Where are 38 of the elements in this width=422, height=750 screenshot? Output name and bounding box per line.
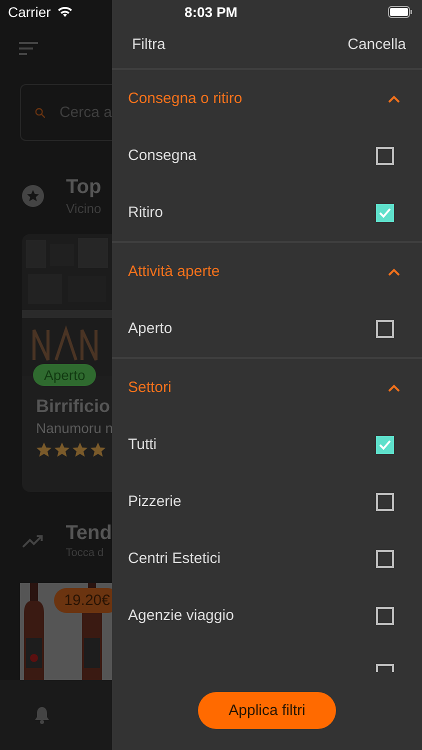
checkbox[interactable] <box>376 146 394 164</box>
option-label: Tutti <box>128 436 157 453</box>
apply-button[interactable]: Applica filtri <box>198 692 336 729</box>
battery-icon <box>388 6 412 18</box>
clock-time: 8:03 PM <box>184 4 238 20</box>
wifi-icon <box>56 6 73 18</box>
check-icon <box>379 440 391 450</box>
cancel-button[interactable]: Cancella <box>348 36 406 52</box>
section-title: Tend <box>66 522 112 545</box>
checkbox[interactable] <box>376 492 394 510</box>
option-label: Ritiro <box>128 204 164 221</box>
panel-title: Filtra <box>132 36 166 52</box>
star-icon <box>36 442 52 458</box>
chevron-icon <box>388 268 400 276</box>
chevron-icon <box>388 384 400 392</box>
star-icon <box>54 442 70 458</box>
option-label: Pizzerie <box>128 493 182 510</box>
shop-subtitle: Nanumoru n <box>36 420 112 436</box>
option-label: Aperto <box>128 320 172 337</box>
option-label: Agenzie viaggio <box>128 607 234 624</box>
checkbox[interactable] <box>376 436 394 454</box>
checkbox[interactable] <box>376 550 394 568</box>
check-icon <box>379 208 391 218</box>
checkbox[interactable] <box>376 204 394 222</box>
option-label: Consegna <box>128 147 196 164</box>
star-icon <box>90 442 106 458</box>
trending-icon <box>22 534 44 548</box>
option-label: Centri Estetici <box>128 550 221 567</box>
section-header[interactable]: Attività aperte <box>112 243 422 300</box>
section-header[interactable]: Consegna o ritiro <box>112 70 422 127</box>
carrier-label: Carrier <box>8 4 51 20</box>
price-badge: 19.20€ <box>54 588 112 613</box>
star-icon <box>72 442 88 458</box>
section-title: Top <box>66 176 102 199</box>
checkbox[interactable] <box>376 606 394 624</box>
section-header[interactable]: Settori <box>112 359 422 416</box>
chevron-icon <box>388 94 400 102</box>
checkbox[interactable] <box>376 320 394 338</box>
